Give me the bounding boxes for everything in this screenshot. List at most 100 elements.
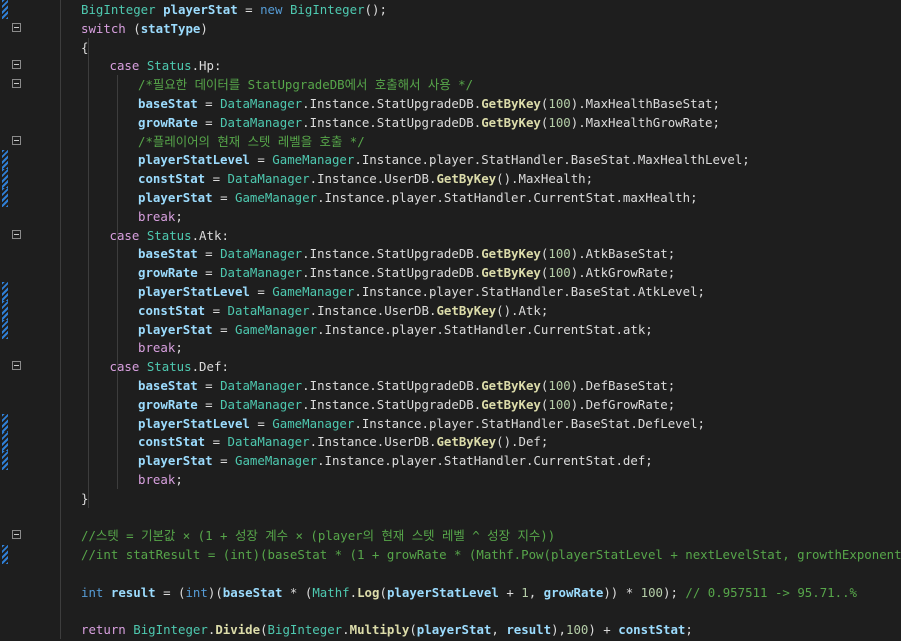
- code-token: Instance: [324, 453, 385, 469]
- code-token: (: [260, 622, 268, 638]
- code-line[interactable]: break;: [0, 338, 901, 357]
- code-token: =: [237, 2, 261, 17]
- code-line[interactable]: [0, 564, 901, 583]
- code-line[interactable]: break;: [0, 470, 901, 489]
- fold-toggle-icon[interactable]: [12, 530, 21, 540]
- code-line[interactable]: baseStat = DataManager.Instance.StatUpgr…: [0, 244, 901, 263]
- code-token: Instance: [324, 190, 385, 205]
- code-line[interactable]: //스텟 = 기본값 × (1 + 성장 계수 × (player의 현재 스텟…: [0, 526, 901, 545]
- code-token: .player.StatHandler.CurrentStat.atk;: [384, 321, 653, 337]
- code-line[interactable]: growRate = DataManager.Instance.StatUpgr…: [0, 263, 901, 282]
- code-token: .: [309, 302, 318, 318]
- code-token: 100: [548, 265, 571, 281]
- code-text: {: [81, 38, 88, 57]
- fold-toggle-icon[interactable]: [12, 60, 21, 70]
- code-line[interactable]: playerStat = GameManager.Instance.player…: [0, 451, 901, 471]
- code-token: .UserDB.: [376, 434, 437, 450]
- code-token: BigInteger: [267, 622, 343, 638]
- code-line[interactable]: playerStatLevel = GameManager.Instance.p…: [0, 282, 901, 301]
- code-token: .: [302, 265, 310, 281]
- code-line[interactable]: playerStatLevel = GameManager.Instance.p…: [0, 413, 901, 433]
- code-editor[interactable]: BigInteger playerStat = new BigInteger()…: [0, 0, 901, 641]
- code-text: baseStat = DataManager.Instance.StatUpgr…: [138, 94, 720, 113]
- code-token: Divide: [215, 622, 261, 638]
- code-token: ).AtkGrowRate;: [570, 265, 676, 281]
- code-line[interactable]: [0, 508, 901, 527]
- code-token: GetByKey: [481, 265, 541, 281]
- fold-toggle-icon[interactable]: [12, 79, 21, 89]
- code-token: ;: [685, 622, 693, 638]
- code-token: GameManager: [235, 453, 318, 469]
- fold-toggle-icon[interactable]: [12, 22, 21, 32]
- code-token: ().Atk;: [496, 302, 549, 318]
- code-line[interactable]: constStat = DataManager.Instance.UserDB.…: [0, 432, 901, 452]
- code-token: growRate: [138, 114, 198, 130]
- code-line[interactable]: int result = (int)(baseStat * (Mathf.Log…: [0, 583, 901, 602]
- code-text: break;: [138, 338, 183, 357]
- code-line[interactable]: case Status.Def:: [0, 357, 901, 376]
- code-token: .: [302, 114, 310, 130]
- code-token: ): [200, 20, 208, 36]
- code-line[interactable]: growRate = DataManager.Instance.StatUpgr…: [0, 113, 901, 132]
- code-token: ,: [491, 622, 507, 638]
- code-line[interactable]: playerStat = GameManager.Instance.player…: [0, 319, 901, 339]
- code-line[interactable]: constStat = DataManager.Instance.UserDB.…: [0, 169, 901, 189]
- code-token: =: [249, 284, 273, 299]
- code-token: 100: [548, 246, 571, 262]
- code-line[interactable]: /*필요한 데이터를 StatUpgradeDB에서 호출해서 사용 */: [0, 75, 901, 94]
- code-line[interactable]: break;: [0, 207, 901, 226]
- code-line[interactable]: return BigInteger.Divide(BigInteger.Mult…: [0, 620, 901, 639]
- code-token: .: [342, 622, 350, 638]
- code-text: baseStat = DataManager.Instance.StatUpgr…: [138, 244, 675, 263]
- code-text: break;: [138, 207, 183, 226]
- code-line[interactable]: {: [0, 38, 901, 57]
- code-line[interactable]: /*플레이어의 현재 스텟 레벨을 호출 */: [0, 132, 901, 151]
- code-line[interactable]: playerStatLevel = GameManager.Instance.p…: [0, 150, 901, 170]
- code-line[interactable]: }: [0, 489, 901, 508]
- code-text: baseStat = DataManager.Instance.StatUpgr…: [138, 376, 675, 395]
- code-line[interactable]: [0, 602, 901, 621]
- code-line[interactable]: growRate = DataManager.Instance.StatUpgr…: [0, 395, 901, 414]
- code-token: statType: [140, 20, 201, 36]
- fold-toggle-icon[interactable]: [12, 135, 21, 145]
- code-token: DataManager: [227, 434, 310, 450]
- code-token: Instance: [324, 321, 385, 337]
- change-marker: [2, 545, 8, 565]
- fold-toggle-icon[interactable]: [12, 361, 21, 371]
- code-line[interactable]: case Status.Hp:: [0, 56, 901, 75]
- code-line[interactable]: case Status.Atk:: [0, 226, 901, 245]
- code-token: GetByKey: [481, 246, 541, 262]
- code-line[interactable]: playerStat = GameManager.Instance.player…: [0, 188, 901, 207]
- code-token: * (: [282, 584, 313, 600]
- code-text: growRate = DataManager.Instance.StatUpgr…: [138, 263, 675, 282]
- code-line[interactable]: baseStat = DataManager.Instance.StatUpgr…: [0, 94, 901, 113]
- code-token: .player.StatHandler.CurrentStat.def;: [384, 453, 653, 469]
- code-token: =: [249, 415, 273, 431]
- code-token: BigInteger: [81, 2, 156, 17]
- code-token: ).MaxHealthGrowRate;: [570, 114, 720, 130]
- code-token: constStat: [138, 171, 206, 187]
- code-token: .: [354, 152, 362, 168]
- code-token: (: [409, 622, 417, 638]
- code-token: // 0.957511 -> 95.71..%: [685, 584, 857, 600]
- code-line[interactable]: baseStat = DataManager.Instance.StatUpgr…: [0, 376, 901, 395]
- code-token: playerStatLevel: [138, 284, 250, 299]
- code-line[interactable]: switch (statType): [0, 19, 901, 38]
- code-token: Multiply: [349, 622, 410, 638]
- code-token: int: [81, 584, 104, 600]
- code-text: playerStat = GameManager.Instance.player…: [138, 451, 653, 470]
- code-token: =: [212, 190, 235, 205]
- code-token: GameManager: [272, 152, 355, 168]
- code-token: playerStat: [163, 2, 238, 17]
- code-token: .StatUpgradeDB.: [369, 246, 482, 262]
- code-line[interactable]: constStat = DataManager.Instance.UserDB.…: [0, 300, 901, 320]
- code-token: constStat: [138, 434, 206, 450]
- change-marker: [2, 451, 8, 471]
- code-line[interactable]: BigInteger playerStat = new BigInteger()…: [0, 0, 901, 19]
- code-token: ,: [528, 584, 544, 600]
- code-line[interactable]: //int statResult = (int)(baseStat * (1 +…: [0, 545, 901, 565]
- fold-toggle-icon[interactable]: [12, 229, 21, 239]
- code-token: .: [302, 96, 310, 111]
